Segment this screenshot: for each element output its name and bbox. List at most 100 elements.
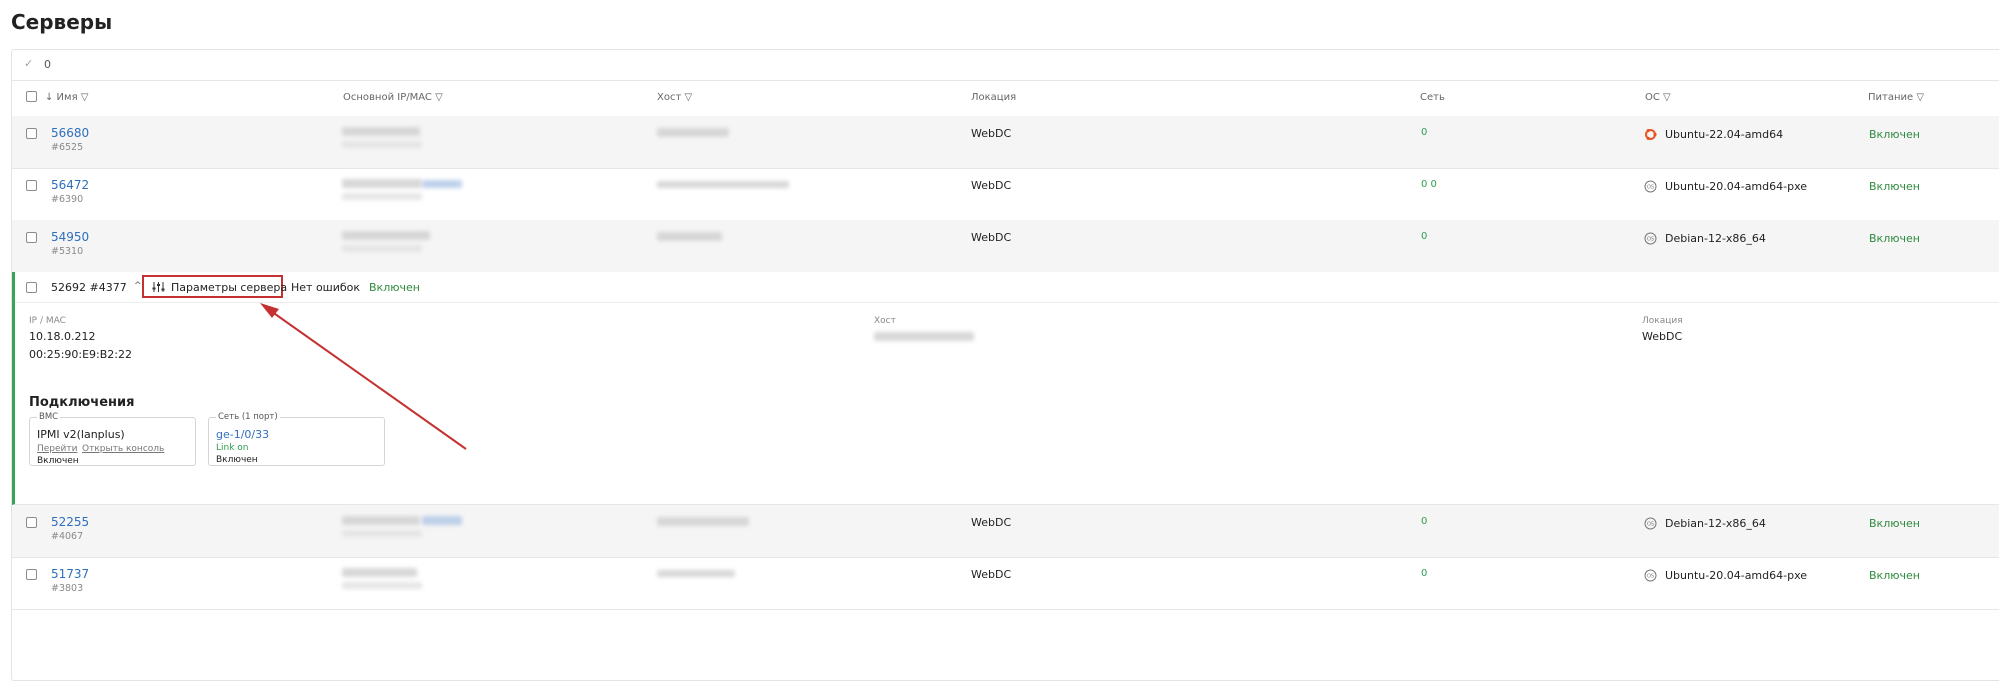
expanded-server-row: 52692 #4377 ^ Параметры сервера Нет ошиб… [12, 272, 1999, 505]
location-value: WebDC [971, 179, 1012, 192]
host-label: Хост [874, 316, 896, 326]
open-console-link[interactable]: Открыть консоль [82, 444, 164, 454]
link-status: Link on [216, 443, 249, 453]
network-card: Сеть (1 порт) ge-1/0/33 Link on Включен [208, 412, 385, 466]
filter-icon[interactable]: ▽ [1916, 92, 1924, 103]
collapse-chevron-icon[interactable]: ^ [134, 281, 142, 291]
power-status: Включен [1869, 128, 1920, 141]
redacted-host [657, 181, 789, 188]
column-os[interactable]: ОС ▽ [1645, 92, 1671, 103]
network-status: Включен [216, 455, 258, 465]
filter-icon[interactable]: ▽ [81, 92, 89, 103]
ip-mac-label: IP / MAC [29, 316, 66, 326]
row-checkbox[interactable] [26, 569, 37, 580]
connections-title: Подключения [29, 395, 135, 410]
select-all-checkbox[interactable] [26, 91, 37, 102]
network-status: 0 0 [1421, 179, 1437, 190]
bmc-status: Включен [37, 456, 79, 466]
filter-icon[interactable]: ▽ [684, 92, 692, 103]
server-params-label: Параметры сервера [171, 281, 288, 294]
column-ip[interactable]: Основной IP/MAC ▽ [343, 92, 443, 103]
column-location: Локация [971, 92, 1017, 103]
server-name-link[interactable]: 51737 [51, 567, 89, 581]
table-row[interactable]: 56680 #6525 WebDC 0 Ubuntu-22.04-amd64 В… [12, 116, 1999, 169]
location-value: WebDC [971, 568, 1012, 581]
location-value: WebDC [971, 516, 1012, 529]
table-row[interactable]: 56472 #6390 WebDC 0 0 OS Ubuntu-20.04-am… [12, 168, 1999, 221]
bmc-type: IPMI v2(lanplus) [37, 428, 125, 441]
server-name-link[interactable]: 52255 [51, 515, 89, 529]
column-name[interactable]: ↓ Имя ▽ [45, 92, 89, 103]
os-generic-icon: OS [1644, 517, 1657, 530]
server-id: #3803 [51, 583, 84, 594]
row-checkbox[interactable] [26, 128, 37, 139]
row-checkbox[interactable] [26, 180, 37, 191]
location-label: Локация [1642, 316, 1683, 326]
redacted-host [657, 232, 722, 241]
table-row[interactable]: 52255 #4067 WebDC 0 OS Debian-12-x86_64 … [12, 505, 1999, 558]
redacted-ip-extra [422, 180, 462, 188]
page-title: Серверы [11, 10, 113, 34]
svg-text:OS: OS [1647, 574, 1654, 580]
row-checkbox[interactable] [26, 232, 37, 243]
filter-icon[interactable]: ▽ [1663, 92, 1671, 103]
redacted-ip [342, 568, 417, 577]
mac-value: 00:25:90:E9:B2:22 [29, 348, 133, 361]
checkmark-icon: ✓ [24, 57, 34, 70]
location-value: WebDC [1642, 330, 1683, 343]
os-generic-icon: OS [1644, 180, 1657, 193]
location-value: WebDC [971, 231, 1012, 244]
column-power[interactable]: Питание ▽ [1868, 92, 1924, 103]
os-generic-icon: OS [1644, 232, 1657, 245]
network-status: 0 [1421, 568, 1428, 579]
goto-link[interactable]: Перейти [37, 444, 78, 454]
redacted-ip [342, 231, 430, 240]
table-row[interactable]: 54950 #5310 WebDC 0 OS Debian-12-x86_64 … [12, 220, 1999, 273]
redacted-ip-extra [422, 516, 462, 525]
selection-bar: ✓ 0 [12, 50, 1999, 81]
bmc-legend: BMC [37, 412, 61, 422]
redacted-mac [342, 245, 422, 252]
redacted-mac [342, 530, 422, 537]
os-value: Ubuntu-20.04-amd64-pxe [1665, 180, 1808, 193]
row-checkbox[interactable] [26, 282, 37, 293]
table-header: ↓ Имя ▽ Основной IP/MAC ▽ Хост ▽ Локация… [12, 80, 1999, 117]
os-value: Debian-12-x86_64 [1665, 232, 1766, 245]
redacted-host [657, 128, 729, 137]
redacted-ip [342, 179, 422, 188]
server-params-button[interactable]: Параметры сервера [142, 275, 287, 298]
os-generic-icon: OS [1644, 569, 1657, 582]
network-status: 0 [1421, 127, 1428, 138]
filter-icon[interactable]: ▽ [435, 92, 443, 103]
sliders-icon [152, 282, 165, 292]
svg-text:OS: OS [1647, 185, 1654, 191]
power-status: Включен [1869, 517, 1920, 530]
column-host[interactable]: Хост ▽ [657, 92, 692, 103]
server-name-link[interactable]: 56472 [51, 178, 89, 192]
bmc-card: BMC IPMI v2(lanplus) Перейти Открыть кон… [29, 412, 196, 466]
power-status: Включен [1869, 569, 1920, 582]
redacted-host [874, 332, 974, 341]
column-network: Сеть [1420, 92, 1445, 103]
redacted-mac [342, 582, 422, 589]
server-id: #4067 [51, 531, 84, 542]
server-name-link[interactable]: 54950 [51, 230, 89, 244]
redacted-mac [342, 141, 422, 148]
network-status: 0 [1421, 231, 1428, 242]
location-value: WebDC [971, 127, 1012, 140]
servers-table: ✓ 0 ↓ Имя ▽ Основной IP/MAC ▽ Хост ▽ Лок… [11, 49, 1999, 681]
redacted-host [657, 517, 749, 526]
redacted-ip [342, 516, 420, 525]
network-legend: Сеть (1 порт) [216, 412, 280, 422]
redacted-host [657, 570, 735, 577]
row-checkbox[interactable] [26, 517, 37, 528]
os-value: Ubuntu-22.04-amd64 [1665, 128, 1784, 141]
selection-count: 0 [44, 58, 51, 71]
server-id: #5310 [51, 246, 84, 257]
server-name-link[interactable]: 56680 [51, 126, 89, 140]
ip-value: 10.18.0.212 [29, 330, 96, 343]
svg-text:OS: OS [1647, 522, 1654, 528]
network-port-link[interactable]: ge-1/0/33 [216, 428, 269, 441]
table-row[interactable]: 51737 #3803 WebDC 0 OS Ubuntu-20.04-amd6… [12, 557, 1999, 610]
expanded-row-header: 52692 #4377 ^ Параметры сервера Нет ошиб… [15, 272, 1999, 303]
